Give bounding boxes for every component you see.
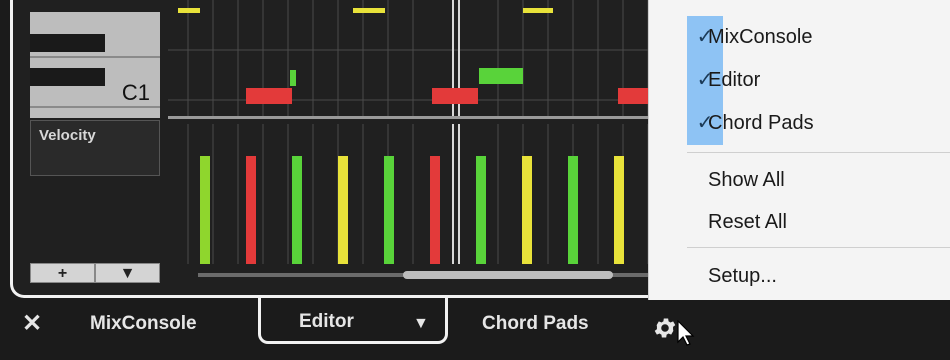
black-key[interactable] xyxy=(30,34,105,52)
note-label-c1: C1 xyxy=(121,80,150,105)
velocity-bar xyxy=(200,156,210,264)
lane-dropdown-button[interactable]: ▼ xyxy=(95,263,160,283)
velocity-bar xyxy=(338,156,348,264)
tab-chord-pads[interactable]: Chord Pads xyxy=(482,300,589,344)
menu-item-chord-pads[interactable]: ✓ Chord Pads xyxy=(649,102,950,145)
velocity-label: Velocity xyxy=(39,127,96,144)
velocity-bar xyxy=(614,156,624,264)
add-lane-button[interactable]: + xyxy=(30,263,95,283)
menu-item-setup[interactable]: Setup... xyxy=(649,255,950,298)
menu-separator xyxy=(687,247,950,248)
note-block xyxy=(290,70,296,86)
menu-item-reset-all[interactable]: Reset All xyxy=(649,201,950,244)
menu-item-label: Show All xyxy=(708,169,785,191)
menu-item-label: Setup... xyxy=(708,265,777,287)
velocity-lane-header[interactable]: Velocity xyxy=(30,120,160,176)
key-divider xyxy=(30,56,160,58)
velocity-bar xyxy=(476,156,486,264)
menu-item-label: Editor xyxy=(708,69,761,91)
note-grid[interactable] xyxy=(168,0,663,120)
tab-editor[interactable]: Editor ▼ xyxy=(258,298,448,344)
velocity-bar xyxy=(568,156,578,264)
menu-item-label: Chord Pads xyxy=(708,112,814,134)
velocity-bar xyxy=(246,156,256,264)
tab-visibility-menu: ✓ MixConsole ✓ Editor ✓ Chord Pads Show … xyxy=(648,0,950,300)
note-block xyxy=(432,88,478,104)
note-block xyxy=(246,88,292,104)
note-block xyxy=(523,8,553,13)
close-icon[interactable]: ✕ xyxy=(22,300,42,344)
note-block xyxy=(479,68,523,84)
menu-item-show-all[interactable]: Show All xyxy=(649,159,950,202)
velocity-bar xyxy=(384,156,394,264)
tab-mixconsole[interactable]: MixConsole xyxy=(90,300,197,344)
velocity-bar xyxy=(430,156,440,264)
menu-separator xyxy=(687,152,950,153)
menu-item-label: Reset All xyxy=(708,211,787,233)
key-divider xyxy=(30,106,160,108)
note-block xyxy=(353,8,385,13)
note-block xyxy=(178,8,200,13)
black-key[interactable] xyxy=(30,68,105,86)
chevron-down-icon[interactable]: ▼ xyxy=(413,300,429,348)
lower-zone-tab-bar: ✕ MixConsole Editor ▼ Chord Pads xyxy=(0,298,950,346)
menu-item-label: MixConsole xyxy=(708,26,813,48)
horizontal-scrollbar-thumb[interactable] xyxy=(403,271,613,279)
key-editor-panel: C1 Velocity + ▼ xyxy=(10,0,670,298)
mouse-pointer-icon xyxy=(676,319,698,351)
menu-item-editor[interactable]: ✓ Editor xyxy=(649,59,950,102)
menu-item-mixconsole[interactable]: ✓ MixConsole xyxy=(649,16,950,59)
lane-divider[interactable] xyxy=(168,116,663,119)
velocity-lane[interactable] xyxy=(168,124,663,294)
piano-keyboard[interactable]: C1 xyxy=(30,12,160,118)
gear-icon[interactable] xyxy=(652,312,678,338)
velocity-bar xyxy=(292,156,302,264)
lane-controls: + ▼ xyxy=(30,263,160,283)
velocity-bar xyxy=(522,156,532,264)
tab-editor-label: Editor xyxy=(299,311,354,332)
